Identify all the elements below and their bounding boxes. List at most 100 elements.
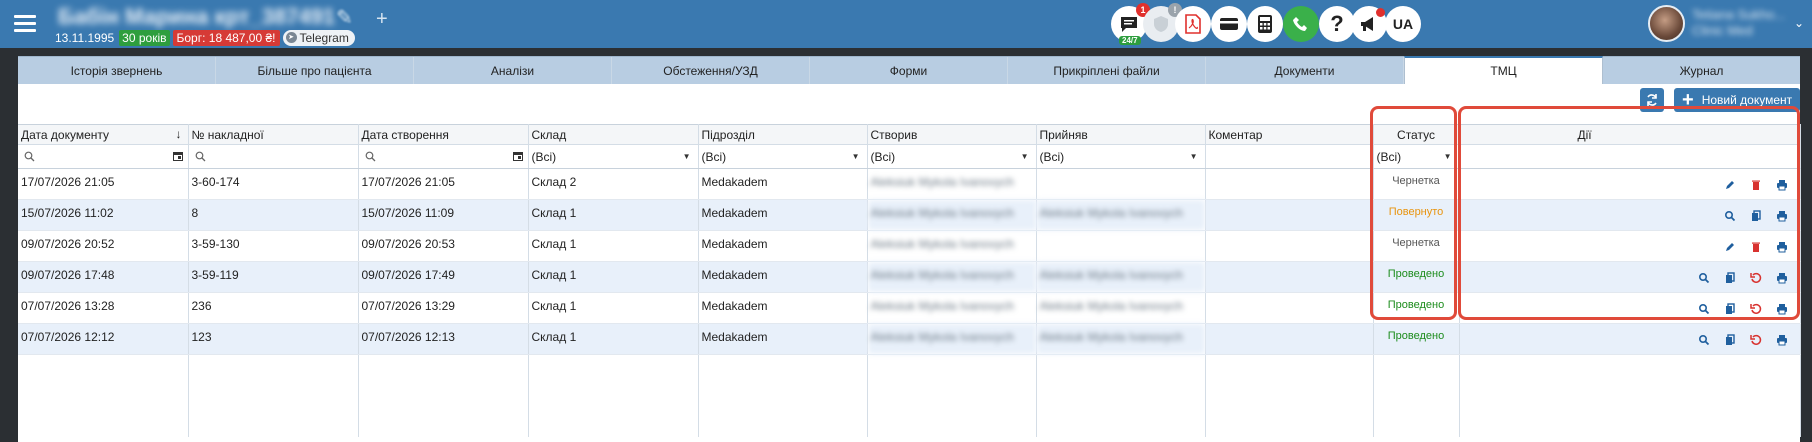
view-icon[interactable] [1697,271,1711,285]
table-row[interactable]: 17/07/2026 21:05 3-60-174 17/07/2026 21:05… [18,168,1801,200]
creator-cell: Aleksiuk Mykola Ivanovych [867,292,1037,324]
user-info[interactable]: Tetiana Sukho... Clinic Med [1692,7,1785,39]
new-document-button[interactable]: + Новий документ [1674,88,1800,112]
empty-cell [188,354,359,437]
tab-attached-files[interactable]: Прикріплені файли [1008,57,1206,84]
empty-cell [1459,354,1801,437]
tab-examinations[interactable]: Обстеження/УЗД [612,57,810,84]
refresh-button[interactable] [1640,88,1664,112]
print-icon[interactable] [1775,209,1789,223]
print-icon[interactable] [1775,178,1789,192]
patient-name[interactable]: Бабін Марина крт_387491 [58,4,335,30]
col-creator[interactable]: Створив [867,124,1037,145]
table-row[interactable]: 15/07/2026 11:02 8 15/07/2026 11:09 Склад 1… [18,199,1801,231]
empty-cell [1373,354,1460,437]
col-warehouse[interactable]: Склад [528,124,699,145]
invoice-cell: 3-60-174 [188,168,359,200]
add-icon[interactable]: + [376,8,388,31]
age-badge: 30 років [119,29,170,46]
copy-icon[interactable] [1749,209,1763,223]
tab-tmc[interactable]: ТМЦ [1404,56,1603,84]
pdf-button[interactable] [1175,6,1211,42]
chat-button[interactable]: 1 24/7 [1111,3,1150,45]
delete-icon[interactable] [1749,240,1763,254]
chevron-down-icon[interactable]: ⌄ [1794,16,1804,30]
creator-cell: Aleksiuk Mykola Ivanovych [867,261,1037,293]
tab-analyses[interactable]: Аналізи [414,57,612,84]
col-invoice[interactable]: № накладної [188,124,359,145]
calendar-icon[interactable] [172,150,184,162]
col-created[interactable]: Дата створення [358,124,529,145]
tab-more-about-patient[interactable]: Більше про пацієнта [216,57,414,84]
calculator-icon [1258,15,1272,33]
filter-status-value: (Всі) [1376,149,1402,164]
tab-forms[interactable]: Форми [810,57,1008,84]
col-department[interactable]: Підрозділ [698,124,868,145]
warehouse-cell: Склад 1 [528,230,699,262]
help-icon: ? [1330,11,1344,36]
filter-actions [1459,144,1801,169]
tab-journal[interactable]: Журнал [1603,57,1800,84]
tab-documents[interactable]: Документи [1206,57,1404,84]
undo-icon[interactable] [1749,271,1763,285]
status-cell: Повернуто [1373,199,1460,231]
undo-icon[interactable] [1749,333,1763,347]
col-doc-date[interactable]: Дата документу ↓ [18,124,189,145]
table-row[interactable]: 09/07/2026 17:48 3-59-119 09/07/2026 17:49… [18,261,1801,293]
view-icon[interactable] [1723,209,1737,223]
doc-date-cell: 09/07/2026 20:52 [18,230,189,262]
col-receiver[interactable]: Прийняв [1036,124,1206,145]
print-icon[interactable] [1775,240,1789,254]
warehouse-cell: Склад 1 [528,261,699,293]
undo-icon[interactable] [1749,302,1763,316]
created-cell: 07/07/2026 12:13 [358,323,529,355]
view-icon[interactable] [1697,333,1711,347]
filter-invoice[interactable] [188,144,359,169]
avatar[interactable] [1648,5,1685,42]
payment-button[interactable] [1211,6,1247,42]
copy-icon[interactable] [1723,302,1737,316]
col-status[interactable]: Статус [1373,124,1460,145]
table-row[interactable]: 09/07/2026 20:52 3-59-130 09/07/2026 20:53… [18,230,1801,262]
receiver-cell: Aleksiuk Mykola Ivanovych [1036,323,1206,355]
table-row[interactable]: 07/07/2026 12:12 123 07/07/2026 12:13 Склад… [18,323,1801,355]
alerts-button[interactable]: ! [1143,3,1182,42]
copy-icon[interactable] [1723,333,1737,347]
empty-cell [867,354,1037,437]
help-button[interactable]: ? [1319,6,1355,42]
filter-doc-date[interactable] [18,144,189,169]
chevron-down-icon: ▼ [851,152,860,161]
edit-icon[interactable] [1723,178,1737,192]
announcements-button[interactable] [1351,6,1387,42]
sort-desc-icon[interactable]: ↓ [176,127,182,141]
table-row[interactable]: 07/07/2026 13:28 236 07/07/2026 13:29 Склад… [18,292,1801,324]
delete-icon[interactable] [1749,178,1763,192]
filter-receiver[interactable]: (Всі) ▼ [1036,144,1206,169]
print-icon[interactable] [1775,302,1789,316]
filter-department[interactable]: (Всі) ▼ [698,144,868,169]
copy-icon[interactable] [1723,271,1737,285]
calculator-button[interactable] [1247,6,1283,42]
filter-status[interactable]: (Всі) ▼ [1373,144,1460,169]
filter-created[interactable] [358,144,529,169]
call-button[interactable] [1283,6,1319,42]
print-icon[interactable] [1775,271,1789,285]
pdf-icon [1185,14,1201,34]
tab-history[interactable]: Історія звернень [18,57,216,84]
edit-icon[interactable] [1723,240,1737,254]
edit-patient-icon[interactable]: ✎ [336,5,353,30]
telegram-chip[interactable]: ➤ Telegram [282,29,355,46]
view-icon[interactable] [1697,302,1711,316]
warehouse-cell: Склад 1 [528,199,699,231]
col-comment[interactable]: Коментар [1205,124,1374,145]
created-cell: 15/07/2026 11:09 [358,199,529,231]
debt-badge[interactable]: Борг: 18 487,00 ₴! [172,29,280,46]
doc-date-cell: 09/07/2026 17:48 [18,261,189,293]
filter-warehouse[interactable]: (Всі) ▼ [528,144,699,169]
filter-creator[interactable]: (Всі) ▼ [867,144,1037,169]
calendar-icon[interactable] [512,150,524,162]
language-button[interactable]: UA [1385,6,1421,42]
print-icon[interactable] [1775,333,1789,347]
invoice-cell: 3-59-119 [188,261,359,293]
menu-icon[interactable] [14,11,36,33]
